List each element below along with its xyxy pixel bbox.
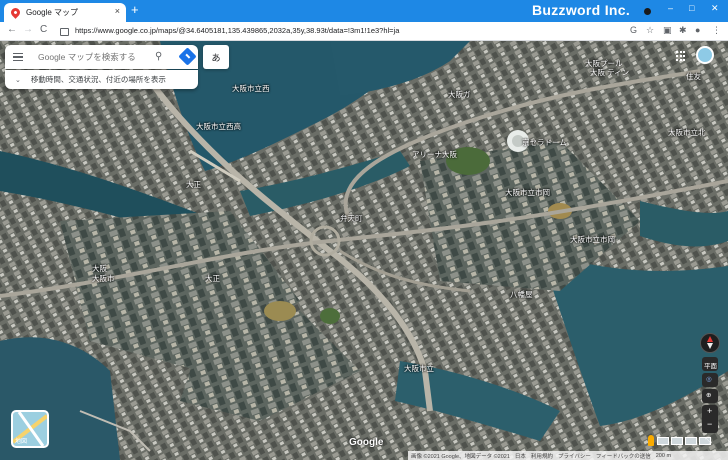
nearby-info-text: 移動時間、交通状況、付近の場所を表示 xyxy=(30,75,166,84)
apps-grid-icon[interactable] xyxy=(676,51,686,61)
footer-region-link[interactable]: 日本 xyxy=(515,452,526,460)
url-text: https://www.google.co.jp/maps/@34.640518… xyxy=(75,26,400,35)
imagery-thumbnails[interactable] xyxy=(657,437,711,445)
satellite-map[interactable]: ⚲ ⌄ 移動時間、交通状況、付近の場所を表示 あ 大阪プール 大阪 ティン 大阪… xyxy=(0,41,728,460)
new-tab-button[interactable]: + xyxy=(131,3,139,17)
map-label[interactable]: 八幡屋 xyxy=(510,289,533,300)
rotate-icon: ◎ xyxy=(706,376,712,383)
directions-icon[interactable] xyxy=(178,47,197,66)
map-footer: 画像 ©2021 Google、地図データ ©2021 日本 利用規約 プライバ… xyxy=(408,451,728,460)
zoom-out-button[interactable]: − xyxy=(707,419,712,429)
chevron-down-icon: ⌄ xyxy=(15,76,21,84)
compass-icon[interactable] xyxy=(700,333,720,353)
map-label[interactable]: 大阪市立西 xyxy=(232,83,270,94)
terms-link[interactable]: 利用規約 xyxy=(531,452,553,460)
avatar[interactable] xyxy=(696,46,714,64)
search-box: ⚲ xyxy=(5,45,198,69)
close-tab-icon[interactable]: × xyxy=(115,6,120,16)
brand-watermark: Buzzword Inc. xyxy=(532,2,631,18)
record-indicator-icon xyxy=(644,8,651,15)
maximize-button[interactable]: □ xyxy=(689,3,694,13)
map-label[interactable]: 大正 xyxy=(186,179,201,190)
zoom-in-button[interactable]: + xyxy=(707,406,712,416)
browser-menu-icon[interactable]: ⋮ xyxy=(712,25,721,36)
scale-bar[interactable]: 200 m xyxy=(656,453,671,459)
search-icon[interactable]: ⚲ xyxy=(155,51,162,62)
my-location-icon: ⊕ xyxy=(706,392,712,399)
map-label[interactable]: 大正 xyxy=(205,273,220,284)
map-label[interactable]: 大阪市立市岡 xyxy=(570,234,615,245)
translate-icon[interactable]: G xyxy=(630,25,637,35)
map-label[interactable]: 大阪市立 xyxy=(404,363,434,374)
window-close-button[interactable]: ✕ xyxy=(711,3,719,14)
forward-button[interactable]: → xyxy=(23,24,33,35)
tilt-label: 平面 xyxy=(704,363,717,370)
my-location-button[interactable]: ⊕ xyxy=(702,389,718,403)
hamburger-menu-icon[interactable] xyxy=(13,51,23,64)
map-label[interactable]: 大阪市立市岡 xyxy=(505,187,550,198)
browser-tab[interactable]: Google マップ × xyxy=(4,3,126,22)
url-field[interactable]: https://www.google.co.jp/maps/@34.640518… xyxy=(58,24,626,37)
profile-icon[interactable]: ● xyxy=(695,25,700,35)
minimize-button[interactable]: – xyxy=(668,3,673,13)
google-logo: Google xyxy=(349,437,384,448)
layers-toggle-button[interactable]: 地図 xyxy=(11,410,49,448)
bookmark-star-icon[interactable]: ☆ xyxy=(646,25,654,36)
extension-icon[interactable]: ▣ xyxy=(663,25,672,36)
pegman-icon[interactable] xyxy=(648,435,654,446)
maps-pin-icon xyxy=(9,6,22,19)
tilt-button[interactable]: 平面 xyxy=(702,357,718,371)
map-label[interactable]: 弁天町 xyxy=(340,213,363,224)
attribution-text: 画像 ©2021 Google、地図データ ©2021 xyxy=(411,453,510,460)
map-label[interactable]: 大阪 ティン xyxy=(590,67,629,78)
input-method-button[interactable]: あ xyxy=(203,45,229,69)
address-bar: ← → C https://www.google.co.jp/maps/@34.… xyxy=(0,22,728,41)
map-label[interactable]: 大阪ガ xyxy=(448,89,471,100)
browser-tab-bar: Google マップ × + Buzzword Inc. – □ ✕ xyxy=(0,0,728,22)
zoom-control: + − xyxy=(702,405,718,433)
privacy-link[interactable]: プライバシー xyxy=(558,452,591,460)
search-input[interactable] xyxy=(36,51,150,63)
map-label[interactable]: 大阪市 xyxy=(92,273,115,284)
feedback-link[interactable]: フィードバックの送信 xyxy=(596,452,651,460)
satellite-imagery xyxy=(0,41,728,460)
layers-label: 地図 xyxy=(15,439,28,445)
lock-icon xyxy=(60,27,69,36)
puzzle-icon[interactable]: ✱ xyxy=(679,25,687,36)
map-label[interactable]: 住友 xyxy=(686,71,701,82)
back-button[interactable]: ← xyxy=(7,24,17,35)
expand-icon[interactable]: ⤡ xyxy=(705,436,711,446)
reload-button[interactable]: C xyxy=(40,24,47,35)
tab-title: Google マップ xyxy=(26,8,79,17)
map-label[interactable]: 大阪市立北 xyxy=(668,127,706,138)
rotate-button[interactable]: ◎ xyxy=(702,373,718,387)
map-label[interactable]: 京セラドーム xyxy=(522,137,567,148)
map-label[interactable]: 大阪市立西高 xyxy=(196,121,241,132)
nearby-info-bar[interactable]: ⌄ 移動時間、交通状況、付近の場所を表示 xyxy=(5,70,198,89)
map-label[interactable]: アリーナ大阪 xyxy=(412,149,457,160)
